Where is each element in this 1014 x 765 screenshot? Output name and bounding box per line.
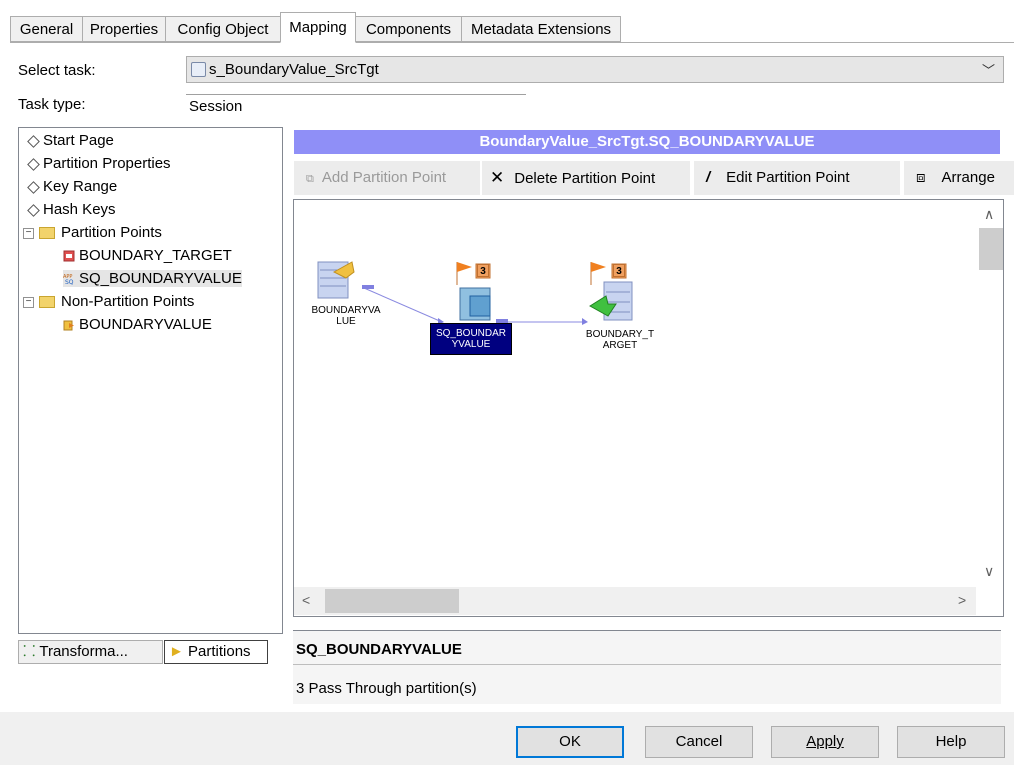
apply-label: Apply <box>806 733 844 750</box>
diamond-icon <box>27 135 40 148</box>
tree-item-label: Key Range <box>43 178 118 195</box>
svg-text:SQ: SQ <box>65 279 74 285</box>
edit-pencil-icon: / <box>706 169 711 186</box>
button-label: Add Partition Point <box>321 169 447 186</box>
tree-item-label: Partition Properties <box>43 155 171 172</box>
scroll-right-icon[interactable]: > <box>958 592 966 608</box>
label-line: BOUNDARYVA <box>311 305 381 316</box>
transformation-icon: ⸬ <box>23 643 36 660</box>
diamond-icon <box>27 204 40 217</box>
horizontal-scroll-thumb[interactable] <box>325 589 459 613</box>
collapse-icon[interactable]: − <box>23 228 34 239</box>
tab-partitions[interactable]: ► Partitions <box>164 640 268 664</box>
tree-item-partition-points[interactable]: − Partition Points <box>23 224 162 241</box>
info-divider <box>293 664 1001 665</box>
scroll-down-icon[interactable]: ∨ <box>984 563 994 580</box>
help-button[interactable]: Help <box>897 726 1005 758</box>
tree-item-non-partition-points[interactable]: − Non-Partition Points <box>23 293 194 310</box>
vertical-scroll-thumb[interactable] <box>979 228 1003 270</box>
arrange-button[interactable]: ⧈ Arrange <box>904 161 1014 195</box>
tab-transformations[interactable]: ⸬ Transforma... <box>18 640 163 664</box>
tree-item-start-page[interactable]: Start Page <box>27 132 114 149</box>
add-partition-point-button[interactable]: ⧉ Add Partition Point <box>294 161 480 195</box>
diamond-icon <box>27 181 40 194</box>
target-icon <box>63 250 75 262</box>
tab-mapping[interactable]: Mapping <box>280 12 356 43</box>
button-label: Arrange <box>941 169 995 186</box>
source-node-icon[interactable] <box>317 261 355 299</box>
task-type-label: Task type: <box>18 96 86 113</box>
add-partition-icon: ⧉ <box>306 173 314 185</box>
button-label: Edit Partition Point <box>726 169 850 186</box>
edit-partition-point-button[interactable]: / Edit Partition Point <box>694 161 900 195</box>
tree-item-label: BOUNDARY_TARGET <box>79 247 232 264</box>
source-qualifier-icon: APP SQ <box>63 274 74 285</box>
arrange-icon: ⧈ <box>916 169 926 186</box>
partition-toolbar: ⧉ Add Partition Point ✕ Delete Partition P… <box>294 161 1014 195</box>
cancel-button[interactable]: Cancel <box>645 726 753 758</box>
tree-item-label: Non-Partition Points <box>61 293 195 310</box>
label-line: YVALUE <box>451 339 491 350</box>
select-task-value: s_BoundaryValue_SrcTgt <box>209 61 379 78</box>
tree-item-label: Start Page <box>43 132 114 149</box>
tab-label: Transforma... <box>39 643 128 660</box>
chevron-down-icon[interactable]: ﹀ <box>982 60 995 79</box>
session-icon <box>191 62 206 77</box>
scroll-left-icon[interactable]: < <box>302 592 310 608</box>
tree-item-boundaryvalue[interactable]: BOUNDARYVALUE <box>63 316 212 333</box>
tab-metadata-extensions[interactable]: Metadata Extensions <box>461 16 621 42</box>
folder-icon <box>39 296 55 308</box>
tree-item-label: Partition Points <box>61 224 162 241</box>
partition-arrow-icon: ► <box>169 643 184 660</box>
tree-item-boundary-target[interactable]: BOUNDARY_TARGET <box>63 247 232 264</box>
select-task-label: Select task: <box>18 62 96 79</box>
tree-item-label: Hash Keys <box>43 201 116 218</box>
target-node-label: BOUNDARY_T ARGET <box>580 329 660 351</box>
mapping-diagram <box>317 261 633 325</box>
diamond-icon <box>27 158 40 171</box>
label-line: BOUNDARY_T <box>585 329 655 340</box>
tree-item-hash-keys[interactable]: Hash Keys <box>27 201 116 218</box>
tree-item-partition-properties[interactable]: Partition Properties <box>27 155 171 172</box>
partition-tree[interactable]: Start Page Partition Properties Key Rang… <box>18 127 283 634</box>
navigator-tabs: ⸬ Transforma... ► Partitions <box>18 640 283 664</box>
ok-button[interactable]: OK <box>516 726 624 758</box>
sq-partition-count-badge: 3 <box>477 264 489 277</box>
label-line: LUE <box>336 316 356 327</box>
tree-item-label: BOUNDARYVALUE <box>79 316 212 333</box>
folder-icon <box>39 227 55 239</box>
target-partition-count-badge: 3 <box>613 264 625 277</box>
tab-general[interactable]: General <box>10 16 83 42</box>
tab-properties[interactable]: Properties <box>82 16 166 42</box>
delete-icon: ✕ <box>490 168 505 187</box>
tree-item-key-range[interactable]: Key Range <box>27 178 118 195</box>
select-task-dropdown[interactable]: s_BoundaryValue_SrcTgt ﹀ <box>186 56 1004 83</box>
info-text: 3 Pass Through partition(s) <box>296 680 477 697</box>
tree-item-label: SQ_BOUNDARYVALUE <box>79 270 242 287</box>
target-node-icon[interactable] <box>589 262 633 321</box>
tab-components[interactable]: Components <box>355 16 462 42</box>
delete-partition-point-button[interactable]: ✕ Delete Partition Point <box>482 161 690 195</box>
label-line: SQ_BOUNDAR <box>435 328 506 339</box>
apply-button[interactable]: Apply <box>771 726 879 758</box>
task-type-field: Session <box>186 94 526 119</box>
info-title: SQ_BOUNDARYVALUE <box>296 641 462 658</box>
sq-node-label[interactable]: SQ_BOUNDAR YVALUE <box>430 323 512 355</box>
button-label: Delete Partition Point <box>514 170 656 187</box>
source-node-label: BOUNDARYVA LUE <box>306 305 386 327</box>
collapse-icon[interactable]: − <box>23 297 34 308</box>
source-icon <box>63 320 74 331</box>
tab-config-object[interactable]: Config Object <box>165 16 281 42</box>
task-type-value: Session <box>189 98 243 115</box>
scroll-up-icon[interactable]: ∧ <box>984 206 994 223</box>
tree-item-sq-boundaryvalue[interactable]: APP SQ SQ_BOUNDARYVALUE <box>63 270 242 287</box>
tab-label: Partitions <box>188 643 251 660</box>
panel-title: BoundaryValue_SrcTgt.SQ_BOUNDARYVALUE <box>294 130 1000 154</box>
label-line: ARGET <box>602 340 638 351</box>
